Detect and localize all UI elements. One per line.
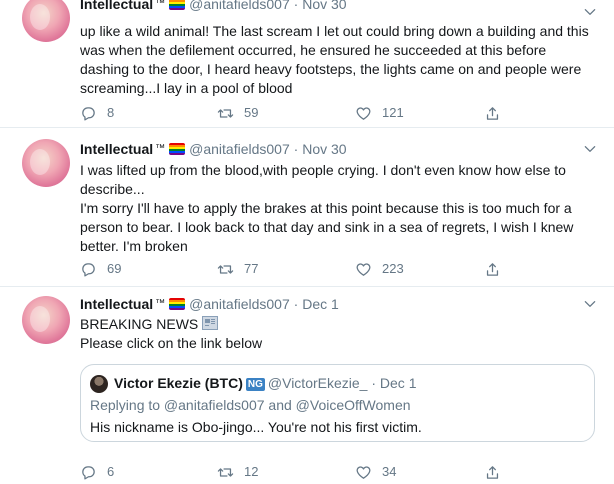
retweet-icon — [217, 467, 234, 477]
tweet-text-line: up like a wild animal! The last scream I… — [80, 23, 589, 39]
chevron-down-icon[interactable] — [580, 2, 600, 22]
trademark-symbol: ™ — [155, 0, 166, 9]
reply-count: 8 — [107, 105, 115, 120]
tweet-actions: 69 77 223 — [80, 259, 520, 279]
tweet-text-line: better. I'm broken — [80, 238, 188, 254]
retweet-count: 77 — [244, 261, 259, 276]
retweet-button[interactable]: 59 — [217, 103, 258, 123]
separator: · — [293, 141, 299, 157]
share-button[interactable] — [484, 462, 501, 482]
trademark-symbol: ™ — [155, 298, 166, 309]
tweet-text-line: BREAKING NEWS — [80, 316, 199, 332]
like-button[interactable]: 223 — [355, 259, 404, 279]
avatar[interactable] — [22, 139, 70, 187]
author-name[interactable]: Intellectual — [80, 0, 153, 12]
like-count: 121 — [382, 105, 404, 120]
share-icon — [486, 465, 499, 479]
tweet-text: up like a wild animal! The last scream I… — [80, 22, 600, 98]
avatar[interactable] — [22, 0, 70, 42]
tweet-text-line: screaming...I lay in a pool of blood — [80, 80, 293, 96]
tweet-text-line: dashing to the door, I heard heavy foots… — [80, 61, 582, 77]
heart-icon — [356, 106, 371, 120]
quoted-tweet-date: Dec 1 — [379, 375, 417, 391]
separator: · — [293, 0, 299, 12]
retweet-icon — [217, 108, 234, 118]
share-button[interactable] — [484, 259, 501, 279]
retweet-count: 12 — [244, 464, 259, 479]
share-icon — [486, 106, 499, 120]
heart-icon — [356, 465, 371, 479]
separator: · — [293, 296, 299, 312]
like-button[interactable]: 34 — [355, 462, 396, 482]
tweet-text-line: person to bear. I look back to that day … — [80, 219, 574, 235]
like-button[interactable]: 121 — [355, 103, 404, 123]
quoted-tweet-header: Victor Ekezie (BTC) NG @VictorEkezie_ · De… — [114, 373, 416, 393]
tweet[interactable]: Intellectual ™ @anitafields007 · Nov 30 up… — [0, 0, 614, 127]
reply-icon — [82, 262, 95, 277]
reply-icon — [82, 106, 95, 121]
tweet-text-line: Please click on the link below — [80, 335, 263, 351]
tweet[interactable]: Intellectual ™ @anitafields007 · Dec 1 BRE… — [0, 287, 614, 484]
tweet-actions: 8 59 121 — [80, 103, 520, 123]
tweet-header: Intellectual ™ @anitafields007 · Dec 1 — [80, 294, 339, 314]
chevron-down-icon[interactable] — [580, 294, 600, 314]
reply-icon — [82, 465, 95, 480]
author-handle[interactable]: @anitafields007 — [189, 296, 290, 312]
author-handle[interactable]: @anitafields007 — [189, 0, 290, 12]
tweet-actions: 6 12 34 — [80, 462, 520, 482]
share-button[interactable] — [484, 103, 501, 123]
author-handle[interactable]: @anitafields007 — [189, 141, 290, 157]
like-count: 34 — [382, 464, 397, 479]
retweet-button[interactable]: 77 — [217, 259, 258, 279]
share-icon — [486, 262, 499, 276]
country-badge: NG — [245, 378, 265, 391]
avatar[interactable] — [22, 296, 70, 344]
tweet-text-line: I'm sorry I'll have to apply the brakes … — [80, 200, 572, 216]
tweet-date[interactable]: Nov 30 — [302, 0, 346, 12]
quoted-tweet-text: His nickname is Obo-jingo... You're not … — [90, 419, 422, 435]
tweet-header: Intellectual ™ @anitafields007 · Nov 30 — [80, 0, 347, 14]
rainbow-flag-icon — [169, 143, 186, 155]
heart-icon — [356, 262, 371, 276]
reply-button[interactable]: 8 — [80, 103, 114, 123]
tweet-text: I was lifted up from the blood,with peop… — [80, 161, 600, 256]
retweet-icon — [217, 264, 234, 274]
quoted-author-name: Victor Ekezie (BTC) — [114, 375, 243, 391]
trademark-symbol: ™ — [155, 143, 166, 154]
retweet-button[interactable]: 12 — [217, 462, 258, 482]
reply-button[interactable]: 6 — [80, 462, 114, 482]
retweet-count: 59 — [244, 105, 259, 120]
tweet-header: Intellectual ™ @anitafields007 · Nov 30 — [80, 139, 347, 159]
tweet-text-line: describe... — [80, 181, 145, 197]
author-name[interactable]: Intellectual — [80, 296, 153, 312]
rainbow-flag-icon — [169, 298, 186, 310]
like-count: 223 — [382, 261, 404, 276]
chevron-down-icon[interactable] — [580, 139, 600, 159]
quoted-author-handle: @VictorEkezie_ — [267, 375, 368, 391]
tweet-text-line: I was lifted up from the blood,with peop… — [80, 162, 566, 178]
tweet-text: BREAKING NEWS Please click on the link b… — [80, 315, 600, 353]
newspaper-icon — [202, 316, 219, 330]
avatar[interactable] — [90, 375, 108, 393]
reply-count: 69 — [107, 261, 122, 276]
tweet-text-line: was when the defilement occurred, he ens… — [80, 42, 547, 58]
tweet-date[interactable]: Dec 1 — [302, 296, 339, 312]
reply-count: 6 — [107, 464, 115, 479]
quoted-tweet[interactable]: Victor Ekezie (BTC) NG @VictorEkezie_ · De… — [80, 364, 595, 442]
tweet-date[interactable]: Nov 30 — [302, 141, 346, 157]
separator: · — [371, 375, 377, 391]
replying-to: Replying to @anitafields007 and @VoiceOf… — [90, 397, 411, 413]
author-name[interactable]: Intellectual — [80, 141, 153, 157]
reply-button[interactable]: 69 — [80, 259, 121, 279]
rainbow-flag-icon — [169, 0, 186, 10]
tweet[interactable]: Intellectual ™ @anitafields007 · Nov 30 I … — [0, 128, 614, 286]
